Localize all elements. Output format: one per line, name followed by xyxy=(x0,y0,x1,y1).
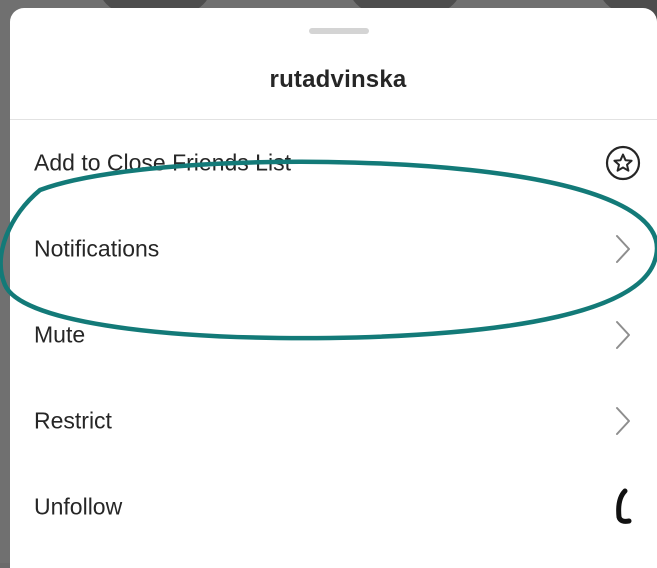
bottom-sheet: rutadvinska Add to Close Friends List No… xyxy=(10,8,657,568)
chevron-right-icon xyxy=(605,231,641,267)
hand-drawn-mark xyxy=(605,488,641,525)
menu-item-notifications[interactable]: Notifications xyxy=(10,206,657,292)
menu-item-restrict[interactable]: Restrict xyxy=(10,378,657,464)
menu-item-label: Restrict xyxy=(34,407,112,434)
drag-handle[interactable] xyxy=(309,28,369,34)
chevron-right-icon xyxy=(605,403,641,439)
menu-item-label: Unfollow xyxy=(34,493,123,520)
menu-item-close-friends[interactable]: Add to Close Friends List xyxy=(10,120,657,206)
menu-item-mute[interactable]: Mute xyxy=(10,292,657,378)
menu-item-unfollow[interactable]: Unfollow xyxy=(10,464,657,550)
star-circle-icon xyxy=(605,145,641,181)
chevron-right-icon xyxy=(605,317,641,353)
sheet-title: rutadvinska xyxy=(269,66,407,93)
menu-item-label: Add to Close Friends List xyxy=(34,149,291,176)
menu-item-label: Mute xyxy=(34,321,86,348)
menu-item-label: Notifications xyxy=(34,235,160,262)
